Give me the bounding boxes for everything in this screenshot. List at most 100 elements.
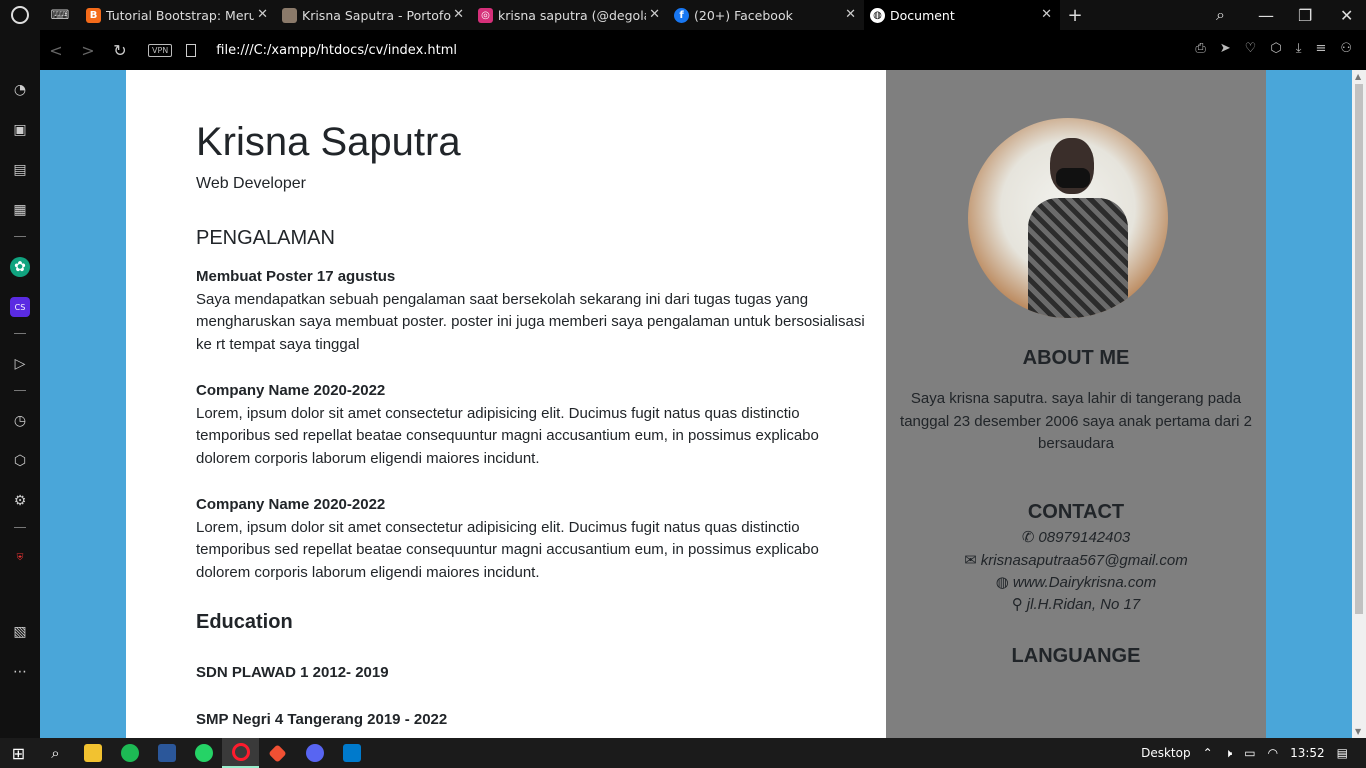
battery-icon[interactable]: ▭ <box>1244 746 1255 760</box>
windows-start-icon[interactable]: ⊞ <box>0 738 37 768</box>
chatsonic-icon[interactable]: CS <box>10 297 30 317</box>
whatsapp-icon[interactable] <box>185 738 222 768</box>
close-icon[interactable]: ✕ <box>649 7 660 22</box>
scroll-down-icon[interactable]: ▼ <box>1355 727 1361 736</box>
job-title: Company Name 2020-2022 <box>196 382 386 399</box>
close-icon[interactable]: ✕ <box>845 7 856 22</box>
extensions-cube-icon[interactable]: ⬡ <box>10 451 30 471</box>
reload-button[interactable]: ↻ <box>104 41 136 60</box>
search-icon[interactable]: ⌕ <box>37 738 74 768</box>
experience-heading: PENGALAMAN <box>196 227 335 249</box>
shopping-bag-icon[interactable]: ▣ <box>10 120 30 140</box>
history-icon[interactable]: ◷ <box>10 411 30 431</box>
opera-menu-button[interactable] <box>0 0 40 30</box>
tab-instagram[interactable]: ◎ krisna saputra (@degolasli ✕ <box>472 0 668 30</box>
vscode-icon[interactable] <box>333 738 370 768</box>
page-scrollbar[interactable]: ▲ ▼ <box>1352 70 1366 738</box>
education-item: SDN PLAWAD 1 2012- 2019 <box>196 664 389 681</box>
more-icon[interactable]: ⋯ <box>10 662 30 682</box>
phone-icon: ✆ <box>1021 529 1035 546</box>
git-icon[interactable] <box>259 738 296 768</box>
globe-icon: ◍ <box>870 7 885 23</box>
contact-heading: CONTACT <box>1027 501 1125 523</box>
job-description: Saya mendapatkan sebuah pengalaman saat … <box>196 290 865 353</box>
spotify-icon[interactable] <box>111 738 148 768</box>
job-entry: Membuat Poster 17 agustus Saya mendapatk… <box>196 266 866 356</box>
notification-icon[interactable]: ▤ <box>1337 746 1348 760</box>
instagram-icon: ◎ <box>478 7 493 23</box>
cube-icon[interactable]: ⬡ <box>1270 41 1281 56</box>
ublock-icon[interactable]: ⛨ <box>10 548 30 568</box>
camera-icon[interactable]: ⎙ <box>1195 41 1205 56</box>
cv-name: Krisna Saputra <box>196 120 461 164</box>
player-icon[interactable]: ▷ <box>10 354 30 374</box>
contact-address: ⚲ jl.H.Ridan, No 17 <box>1011 596 1141 613</box>
close-icon[interactable]: ✕ <box>453 7 464 22</box>
page-viewport: Krisna Saputra Web Developer PENGALAMAN … <box>40 70 1352 738</box>
contact-website: ◍ www.Dairykrisna.com <box>995 574 1157 591</box>
minimize-icon[interactable]: — <box>1258 0 1274 30</box>
heart-icon[interactable]: ♡ <box>1245 41 1257 56</box>
speed-dial-icon[interactable]: ◔ <box>10 80 30 100</box>
education-heading: Education <box>196 611 293 633</box>
tab-document[interactable]: ◍ Document ✕ <box>864 0 1060 30</box>
page-thumbnail-icon <box>282 7 297 23</box>
about-text: Saya krisna saputra. saya lahir di tange… <box>900 390 1252 453</box>
gallery-icon[interactable]: ▧ <box>10 622 30 642</box>
map-pin-icon: ⚲ <box>1011 596 1023 613</box>
send-icon[interactable]: ➤ <box>1220 41 1231 56</box>
word-icon[interactable] <box>148 738 185 768</box>
new-tab-button[interactable]: + <box>1060 5 1090 26</box>
envelope-icon: ✉ <box>964 552 977 569</box>
discord-icon[interactable] <box>296 738 333 768</box>
url-field[interactable]: file:///C:/xampp/htdocs/cv/index.html <box>216 43 457 58</box>
facebook-icon: f <box>674 7 689 23</box>
vpn-badge[interactable]: VPN <box>148 43 173 57</box>
chatgpt-icon[interactable]: ✿ <box>10 257 30 277</box>
cv-side-column: ABOUT ME Saya krisna saputra. saya lahir… <box>886 70 1266 738</box>
back-button[interactable]: < <box>40 41 72 60</box>
job-entry: Company Name 2020-2022 Lorem, ipsum dolo… <box>196 380 866 470</box>
address-bar: < > ↻ VPN file:///C:/xampp/htdocs/cv/ind… <box>40 30 1366 70</box>
scroll-up-icon[interactable]: ▲ <box>1355 72 1361 81</box>
browser-sidebar: ◔ ▣ ▤ ▦ ✿ CS ▷ ◷ ⬡ ⚙ ⛨ ▧ ⋯ <box>0 30 40 738</box>
profile-icon[interactable]: ⚇ <box>1340 41 1352 56</box>
wifi-icon[interactable]: ◠ <box>1268 746 1278 760</box>
tab-facebook[interactable]: f (20+) Facebook ✕ <box>668 0 864 30</box>
settings-sliders-icon[interactable]: ≡ <box>1315 41 1326 56</box>
language-heading: LANGUANGE <box>1011 645 1141 667</box>
close-icon[interactable]: ✕ <box>1041 7 1052 22</box>
sidebar-divider <box>14 333 26 334</box>
scroll-thumb[interactable] <box>1355 84 1363 614</box>
tab-portofolio[interactable]: Krisna Saputra - Portofolio ✕ <box>276 0 472 30</box>
twitch-icon[interactable]: ▤ <box>10 160 30 180</box>
contact-phone: ✆ 08979142403 <box>1021 529 1131 546</box>
sidebar-divider <box>14 527 26 528</box>
close-icon[interactable]: ✕ <box>257 7 268 22</box>
tab-strip: ⌨ B Tutorial Bootstrap: Merubah ✕ Krisna… <box>0 0 1366 30</box>
settings-gear-icon[interactable]: ⚙ <box>10 491 30 511</box>
job-entry: Company Name 2020-2022 Lorem, ipsum dolo… <box>196 494 866 584</box>
close-window-icon[interactable]: ✕ <box>1340 0 1353 30</box>
gamepad-icon[interactable]: ⌨ <box>40 0 80 30</box>
sidebar-divider <box>14 390 26 391</box>
photo-mask <box>1056 168 1090 188</box>
maximize-icon[interactable]: ❐ <box>1298 0 1312 30</box>
job-title: Company Name 2020-2022 <box>196 496 386 513</box>
forward-button[interactable]: > <box>72 41 104 60</box>
chevron-up-icon[interactable]: ⌃ <box>1203 746 1213 760</box>
file-explorer-icon[interactable] <box>74 738 111 768</box>
profile-photo <box>968 118 1168 318</box>
search-tabs-icon[interactable]: ⌕ <box>1216 0 1225 30</box>
download-icon[interactable]: ⤓ <box>1296 41 1302 56</box>
clock[interactable]: 13:52 <box>1290 746 1325 760</box>
tab-tutorial-bootstrap[interactable]: B Tutorial Bootstrap: Merubah ✕ <box>80 0 276 30</box>
windows-taskbar: ⊞ ⌕ Desktop ⌃ 🕨 ▭ ◠ 13:52 ▤ <box>0 738 1366 768</box>
volume-muted-icon[interactable]: 🕨 <box>1225 746 1233 761</box>
gaming-icon[interactable]: ▦ <box>10 200 30 220</box>
opera-taskbar-icon[interactable] <box>222 738 259 768</box>
desktop-toolbar-label[interactable]: Desktop <box>1141 746 1191 760</box>
opera-logo-icon <box>11 6 29 24</box>
cv-main-column: Krisna Saputra Web Developer PENGALAMAN … <box>126 70 886 738</box>
job-description: Lorem, ipsum dolor sit amet consectetur … <box>196 404 819 467</box>
